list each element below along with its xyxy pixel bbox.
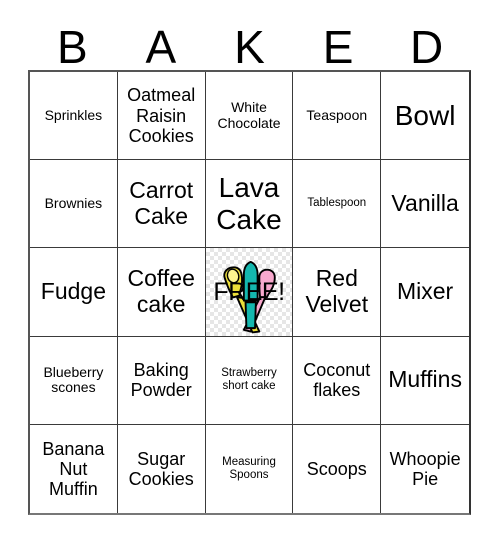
bingo-cell-r3c2[interactable]: Coffee cake xyxy=(117,248,206,337)
bingo-cell-r5c1[interactable]: Banana Nut Muffin xyxy=(30,424,118,513)
bingo-cell-label: Vanilla xyxy=(391,189,459,216)
bingo-header-letter-e: E xyxy=(322,21,354,73)
bingo-cell-label: Scoops xyxy=(306,458,367,479)
bingo-cell-r4c2[interactable]: Baking Powder xyxy=(117,336,206,425)
bingo-cell-label: Bowl xyxy=(394,99,456,131)
bingo-cell-label: Strawberry short cake xyxy=(221,367,277,393)
bingo-cell-r1c2[interactable]: Oatmeal Raisin Cookies xyxy=(117,72,206,161)
bingo-cell-label: Red Velvet xyxy=(305,265,369,317)
bingo-header-letter-d: D xyxy=(410,21,444,73)
bingo-cell-r1c1[interactable]: Sprinkles xyxy=(30,72,118,161)
free-space-tile: FREE! xyxy=(205,248,293,336)
bingo-cell-label: Oatmeal Raisin Cookies xyxy=(127,85,196,146)
bingo-cell-r2c3[interactable]: Lava Cake xyxy=(205,160,294,249)
bingo-cell-r5c5[interactable]: Whoopie Pie xyxy=(381,424,469,513)
bingo-cell-r2c4[interactable]: Tablespoon xyxy=(293,160,382,249)
bingo-cell-label: Baking Powder xyxy=(130,360,192,401)
bingo-cell-r1c5[interactable]: Bowl xyxy=(381,72,469,161)
bingo-cell-r3c4[interactable]: Red Velvet xyxy=(293,248,382,337)
bingo-cell-label: Mixer xyxy=(396,278,454,305)
bingo-cell-label: Coconut flakes xyxy=(303,360,371,401)
bingo-cell-label: Fudge xyxy=(40,278,106,305)
bingo-cell-label: Tablespoon xyxy=(307,197,367,210)
bingo-cell-r3c5[interactable]: Mixer xyxy=(381,248,469,337)
bingo-cell-r4c4[interactable]: Coconut flakes xyxy=(293,336,382,425)
bingo-cell-r1c4[interactable]: Teaspoon xyxy=(293,72,382,161)
free-space-label: FREE! xyxy=(213,278,285,307)
bingo-cell-label: Brownies xyxy=(44,194,103,211)
bingo-cell-r2c5[interactable]: Vanilla xyxy=(381,160,469,249)
bingo-cell-label: Muffins xyxy=(388,366,462,393)
bingo-cell-label: Banana Nut Muffin xyxy=(42,438,105,499)
bingo-cell-label: Measuring Spoons xyxy=(222,456,276,481)
bingo-header-row: B A K E D xyxy=(28,18,471,70)
bingo-header-letter-k: K xyxy=(234,21,265,73)
bingo-cell-label: White Chocolate xyxy=(217,98,281,131)
bingo-cell-r4c5[interactable]: Muffins xyxy=(381,336,469,425)
bingo-cell-r2c2[interactable]: Carrot Cake xyxy=(117,160,206,249)
bingo-cell-label: Whoopie Pie xyxy=(389,448,461,489)
bingo-cell-r2c1[interactable]: Brownies xyxy=(30,160,118,249)
bingo-cell-r3c1[interactable]: Fudge xyxy=(30,248,118,337)
bingo-cell-label: Sprinkles xyxy=(44,106,103,123)
bingo-cell-label: Carrot Cake xyxy=(129,177,194,229)
bingo-cell-label: Lava Cake xyxy=(216,172,282,235)
bingo-cell-free-space[interactable]: FREE! xyxy=(205,248,294,337)
bingo-header-letter-b: B xyxy=(56,21,88,73)
bingo-cell-r4c3[interactable]: Strawberry short cake xyxy=(205,336,294,425)
bingo-cell-label: Sugar Cookies xyxy=(128,448,194,489)
bingo-cell-r5c2[interactable]: Sugar Cookies xyxy=(117,424,206,513)
bingo-header-letter-a: A xyxy=(145,21,177,73)
bingo-cell-r5c3[interactable]: Measuring Spoons xyxy=(205,424,294,513)
bingo-card: B A K E D Sprinkles Oatmeal Raisin Cooki… xyxy=(0,0,500,544)
bingo-cell-r4c1[interactable]: Blueberry scones xyxy=(30,336,118,425)
bingo-cell-label: Teaspoon xyxy=(306,106,368,123)
bingo-cell-label: Blueberry scones xyxy=(43,363,104,396)
bingo-cell-label: Coffee cake xyxy=(127,265,195,317)
bingo-cell-r5c4[interactable]: Scoops xyxy=(293,424,382,513)
bingo-cell-r1c3[interactable]: White Chocolate xyxy=(205,72,294,161)
bingo-grid: Sprinkles Oatmeal Raisin Cookies White C… xyxy=(28,70,471,515)
